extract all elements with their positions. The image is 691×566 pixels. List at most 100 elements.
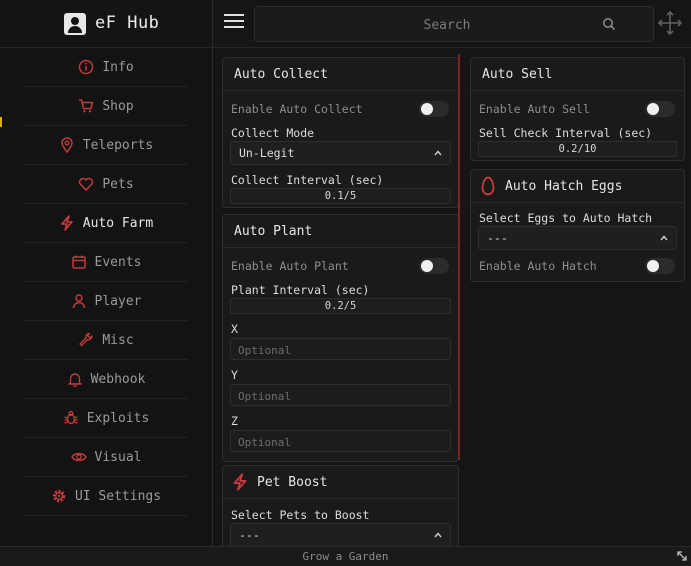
footer-game-name: Grow a Garden: [302, 550, 389, 563]
sidebar-item-auto-farm[interactable]: Auto Farm: [24, 204, 188, 243]
y-coordinate-field: [230, 384, 451, 407]
sidebar-item-label: Webhook: [90, 371, 146, 387]
enable-auto-hatch-label: Enable Auto Hatch: [479, 259, 597, 273]
slider-value: 0.2/10: [558, 143, 597, 155]
chevron-up-icon: [660, 235, 668, 241]
select-eggs-dropdown[interactable]: ---: [478, 226, 677, 250]
auto-plant-panel: Auto Plant Enable Auto Plant Plant Inter…: [222, 214, 459, 462]
chevron-up-icon: [434, 532, 442, 538]
top-bar: [213, 0, 691, 48]
select-eggs-label: Select Eggs to Auto Hatch: [479, 211, 653, 225]
plant-interval-slider[interactable]: 0.2/5: [230, 298, 451, 314]
eye-icon: [70, 452, 87, 462]
x-coordinate-input[interactable]: [231, 340, 450, 361]
search-input[interactable]: [285, 7, 609, 43]
map-pin-icon: [61, 137, 73, 153]
enable-auto-plant-label: Enable Auto Plant: [231, 259, 349, 273]
lightning-icon: [61, 215, 73, 231]
wrench-icon: [79, 332, 93, 347]
pet-boost-panel: Pet Boost Select Pets to Boost ---: [222, 465, 459, 546]
select-pets-label: Select Pets to Boost: [231, 508, 370, 522]
sidebar-item-label: Pets: [102, 176, 134, 192]
panel-title: Pet Boost: [223, 466, 458, 499]
enable-auto-collect-label: Enable Auto Collect: [231, 102, 363, 116]
enable-auto-hatch-toggle[interactable]: [645, 258, 675, 274]
edge-marker: [0, 117, 2, 127]
calendar-icon: [71, 255, 86, 269]
sidebar-item-label: Auto Farm: [82, 215, 154, 231]
sell-interval-slider[interactable]: 0.2/10: [478, 141, 677, 157]
sidebar-item-shop[interactable]: Shop: [24, 87, 188, 126]
app-title: eF Hub: [95, 13, 160, 33]
enable-auto-plant-toggle[interactable]: [419, 258, 449, 274]
sidebar-item-ui-settings[interactable]: UI Settings: [24, 477, 188, 516]
sidebar-item-label: Exploits: [86, 410, 150, 426]
select-pets-dropdown[interactable]: ---: [230, 523, 451, 546]
user-icon: [72, 294, 85, 309]
sidebar-item-label: Info: [102, 59, 134, 75]
lightning-icon: [233, 473, 247, 491]
collect-mode-dropdown[interactable]: Un-Legit: [230, 141, 451, 165]
panel-title: Auto Plant: [223, 215, 458, 248]
enable-auto-collect-toggle[interactable]: [419, 101, 449, 117]
search-bar: [254, 6, 654, 43]
collect-interval-label: Collect Interval (sec): [231, 173, 384, 187]
z-coordinate-label: Z: [231, 414, 238, 428]
sidebar-item-exploits[interactable]: Exploits: [24, 399, 188, 438]
z-coordinate-field: [230, 430, 451, 453]
enable-auto-sell-label: Enable Auto Sell: [479, 102, 590, 116]
z-coordinate-input[interactable]: [231, 432, 450, 453]
main-content: Auto Collect Enable Auto Collect Collect…: [213, 48, 691, 546]
sidebar-item-label: Events: [94, 254, 142, 270]
sidebar-item-label: UI Settings: [74, 488, 162, 504]
collect-interval-slider[interactable]: 0.1/5: [230, 188, 451, 204]
resize-handle-icon[interactable]: [676, 550, 688, 562]
brand-header: eF Hub: [0, 0, 213, 48]
sidebar-item-teleports[interactable]: Teleports: [24, 126, 188, 165]
sidebar-item-player[interactable]: Player: [24, 282, 188, 321]
hamburger-menu-icon[interactable]: [221, 9, 251, 37]
sidebar-item-events[interactable]: Events: [24, 243, 188, 282]
x-coordinate-field: [230, 338, 451, 361]
y-coordinate-label: Y: [231, 368, 238, 382]
bell-icon: [67, 373, 82, 387]
sidebar-item-webhook[interactable]: Webhook: [24, 360, 188, 399]
footer-bar: Grow a Garden: [0, 546, 691, 566]
gear-icon: [52, 489, 66, 503]
info-icon: [79, 59, 94, 75]
panel-title: Auto Collect: [223, 58, 458, 91]
move-drag-icon[interactable]: [657, 10, 683, 36]
auto-sell-panel: Auto Sell Enable Auto Sell Sell Check In…: [470, 57, 685, 161]
chevron-up-icon: [434, 150, 442, 156]
sidebar-item-pets[interactable]: Pets: [24, 165, 188, 204]
panel-title: Auto Sell: [471, 58, 684, 91]
sidebar-item-info[interactable]: Info: [24, 48, 188, 87]
collect-mode-label: Collect Mode: [231, 126, 315, 140]
heart-icon: [79, 177, 94, 192]
y-coordinate-input[interactable]: [231, 386, 450, 407]
auto-collect-panel: Auto Collect Enable Auto Collect Collect…: [222, 57, 459, 208]
x-coordinate-label: X: [231, 322, 238, 336]
sell-interval-label: Sell Check Interval (sec): [479, 126, 653, 140]
sidebar: Info Shop Teleports Pets Auto Farm Event…: [0, 48, 213, 546]
slider-value: 0.1/5: [324, 190, 357, 202]
enable-auto-sell-toggle[interactable]: [645, 101, 675, 117]
sidebar-item-label: Teleports: [82, 137, 154, 153]
sidebar-item-visual[interactable]: Visual: [24, 438, 188, 477]
auto-hatch-panel: Auto Hatch Eggs Select Eggs to Auto Hatc…: [470, 169, 685, 282]
sidebar-item-label: Misc: [102, 332, 134, 348]
search-icon[interactable]: [602, 17, 616, 31]
dropdown-value: ---: [239, 528, 260, 542]
dropdown-value: ---: [487, 231, 508, 245]
sidebar-item-label: Visual: [94, 449, 142, 465]
plant-interval-label: Plant Interval (sec): [231, 283, 370, 297]
bug-icon: [63, 411, 78, 425]
user-card-icon: [64, 13, 86, 35]
cart-icon: [79, 99, 94, 113]
sidebar-item-label: Shop: [102, 98, 134, 114]
egg-icon: [481, 176, 495, 196]
dropdown-value: Un-Legit: [239, 146, 295, 160]
sidebar-item-misc[interactable]: Misc: [24, 321, 188, 360]
panel-title: Auto Hatch Eggs: [471, 170, 684, 203]
app-window: eF Hub Info Shop: [0, 0, 691, 566]
